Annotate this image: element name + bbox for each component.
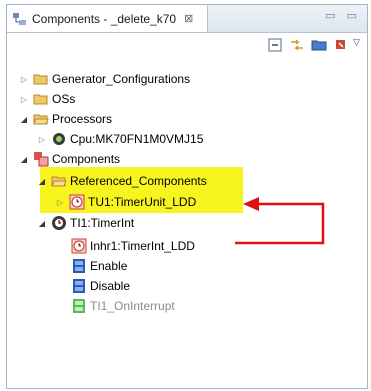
annotation-arrow xyxy=(235,197,325,245)
components-view: Components - _delete_k70 ⊠ ▭ ▭ ▽ ▷ Gener… xyxy=(6,4,368,389)
